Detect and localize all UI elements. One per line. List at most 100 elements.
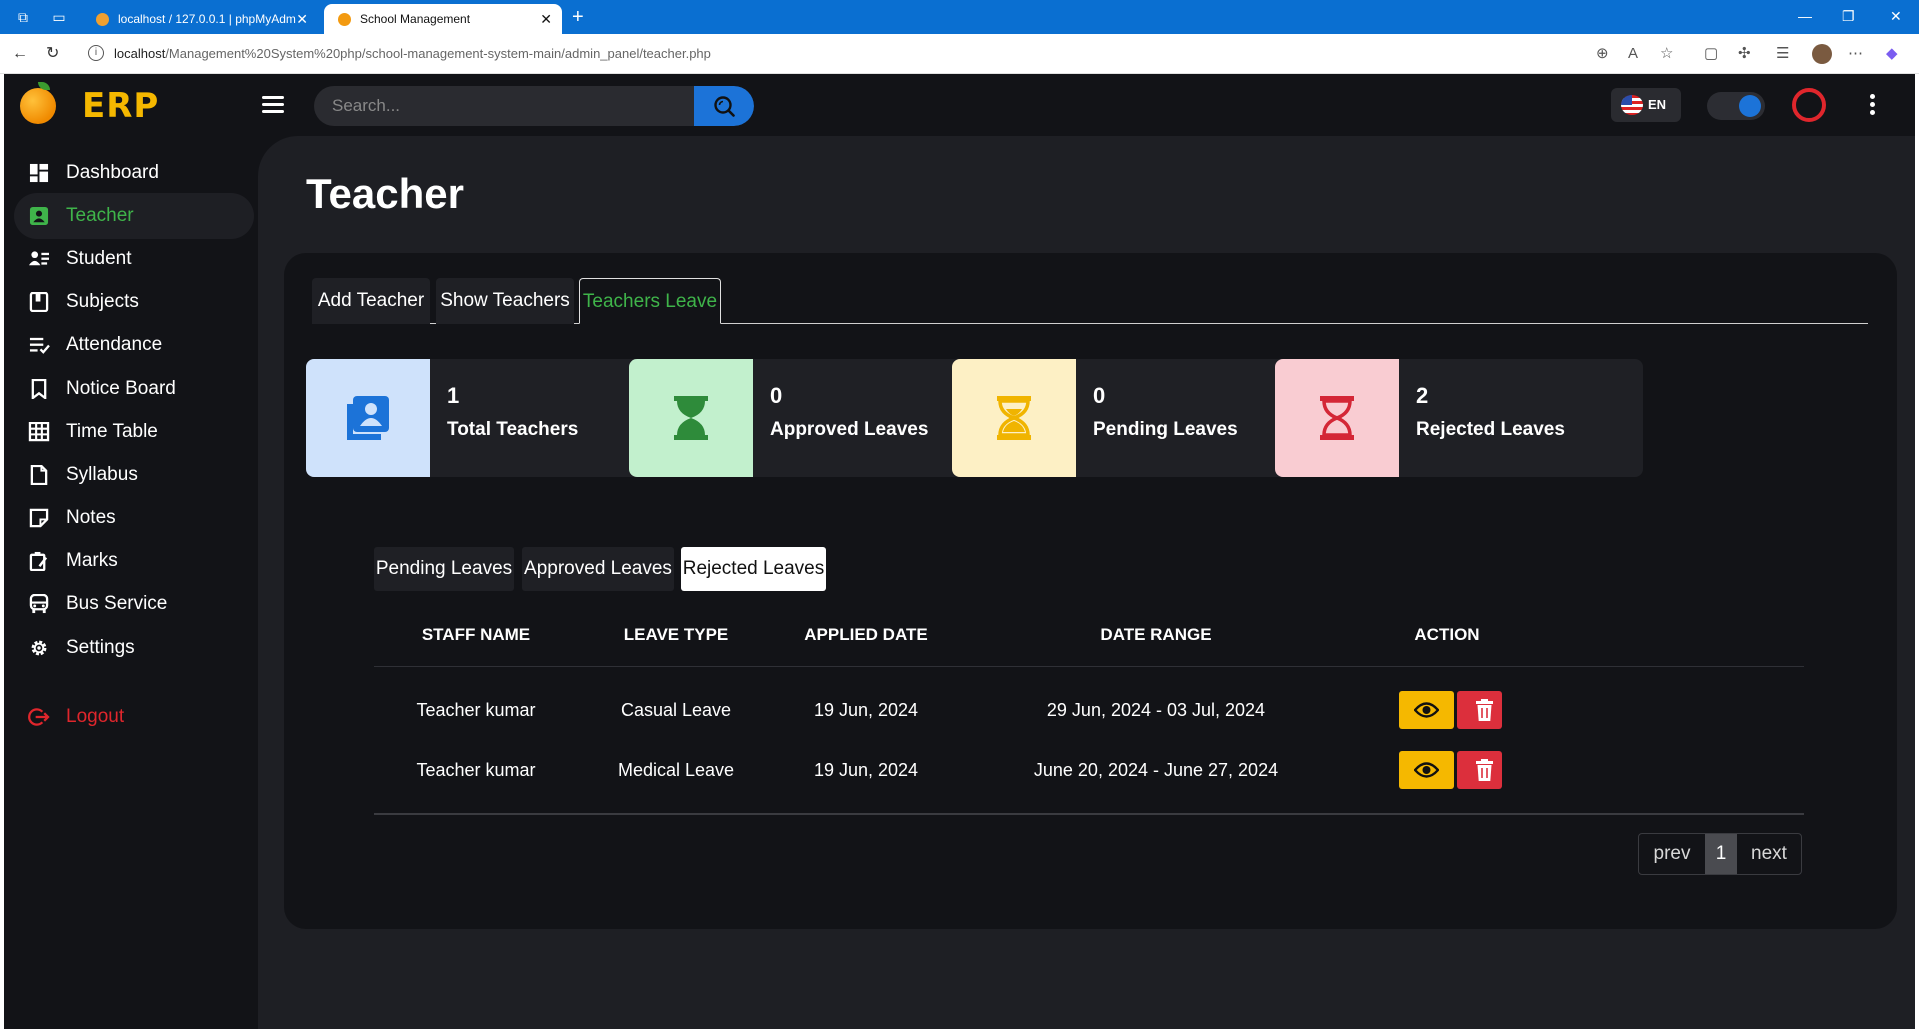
logout-label: Logout [66, 706, 125, 727]
tab-pending-leaves[interactable]: Pending Leaves [374, 547, 514, 591]
tab-show-teachers[interactable]: Show Teachers [436, 278, 574, 324]
dashboard-icon [29, 163, 49, 183]
sidebar-item-settings[interactable]: Settings [14, 625, 254, 671]
contacts-icon [347, 396, 389, 440]
browser-tab-phpmyadmin[interactable]: localhost / 127.0.0.1 | phpMyAdm ✕ [82, 4, 318, 34]
read-aloud-icon[interactable]: A [1628, 44, 1638, 64]
tab-add-teacher[interactable]: Add Teacher [312, 278, 430, 324]
sidebar-item-label: Student [66, 248, 132, 269]
extensions-icon[interactable]: ✣ [1738, 44, 1751, 64]
table-divider [374, 813, 1804, 815]
col-action: ACTION [1414, 625, 1480, 644]
zoom-icon[interactable]: ⊕ [1596, 44, 1609, 64]
sidebar-item-subjects[interactable]: Subjects [14, 279, 254, 325]
power-icon[interactable] [1792, 88, 1826, 122]
notes-icon [29, 508, 49, 528]
gear-icon [31, 640, 47, 656]
table-row: Teacher kumar Medical Leave 19 Jun, 2024 Ju… [374, 733, 1804, 807]
orange-favicon-icon [338, 13, 351, 26]
sidebar-item-label: Syllabus [66, 464, 138, 485]
browser-tab-bar: ⧉ ▭ localhost / 127.0.0.1 | phpMyAdm ✕ S… [0, 0, 1919, 34]
more-options-icon[interactable]: ⋯ [1848, 44, 1863, 64]
prev-page-button[interactable]: prev [1639, 834, 1705, 874]
col-leave-type: LEAVE TYPE [623, 625, 729, 644]
stat-label: Rejected Leaves [1416, 419, 1565, 440]
sidebar-item-marks[interactable]: Marks [14, 538, 254, 584]
stat-label: Total Teachers [447, 419, 579, 440]
eye-icon [1414, 762, 1439, 778]
sidebar-item-time-table[interactable]: Time Table [14, 409, 254, 455]
sidebar-item-dashboard[interactable]: Dashboard [14, 150, 254, 196]
sidebar-item-label: Bus Service [66, 593, 168, 614]
close-tab-icon[interactable]: ✕ [540, 4, 552, 34]
split-screen-icon[interactable]: ▢ [1704, 44, 1718, 64]
search-input[interactable] [314, 86, 696, 126]
sidebar-item-label: Dashboard [66, 162, 159, 183]
tab-actions-icon[interactable]: ▭ [50, 8, 68, 26]
theme-toggle[interactable] [1707, 92, 1765, 120]
minimize-icon[interactable]: — [1798, 6, 1812, 26]
student-icon [29, 251, 49, 266]
language-selector[interactable]: EN [1611, 88, 1681, 122]
page-title: Teacher [306, 170, 464, 217]
sidebar-item-teacher[interactable]: Teacher [14, 193, 254, 239]
sidebar-item-syllabus[interactable]: Syllabus [14, 452, 254, 498]
grid-icon [28, 422, 50, 442]
stat-total-teachers: 1 Total Teachers [306, 359, 674, 477]
page-1-button[interactable]: 1 [1705, 834, 1737, 874]
search-button[interactable] [694, 86, 754, 126]
stat-icon-box [306, 359, 430, 477]
profile-avatar[interactable] [1812, 44, 1832, 64]
more-vertical-icon[interactable] [1870, 94, 1876, 118]
tab-rejected-leaves[interactable]: Rejected Leaves [681, 547, 826, 591]
workspaces-icon[interactable]: ⧉ [14, 8, 32, 26]
browser-tab-school-management[interactable]: School Management ✕ [324, 4, 562, 34]
logout-button[interactable]: Logout [14, 694, 254, 740]
menu-toggle-icon[interactable] [262, 96, 284, 114]
tab-approved-leaves[interactable]: Approved Leaves [522, 547, 674, 591]
sidebar-item-bus-service[interactable]: Bus Service [14, 581, 254, 627]
stat-icon-box [952, 359, 1076, 477]
hourglass-half-icon [997, 396, 1031, 440]
favorites-icon[interactable]: ☰ [1776, 44, 1789, 64]
book-icon [29, 292, 49, 312]
tab-title: School Management [360, 12, 471, 26]
stat-value: 1 [447, 383, 460, 408]
back-icon[interactable]: ← [12, 44, 28, 64]
delete-button[interactable] [1457, 751, 1502, 789]
us-flag-icon [1621, 95, 1643, 115]
new-tab-icon[interactable]: + [572, 4, 584, 30]
sidebar-item-attendance[interactable]: Attendance [14, 322, 254, 368]
teacher-tabs: Add Teacher Show Teachers Teachers Leave [312, 278, 1868, 324]
applied-date-cell: 19 Jun, 2024 [813, 760, 919, 780]
next-page-button[interactable]: next [1737, 834, 1801, 874]
favorite-star-icon[interactable]: ☆ [1660, 44, 1673, 64]
copilot-icon[interactable]: ◆ [1886, 44, 1898, 64]
date-range-cell: June 20, 2024 - June 27, 2024 [1033, 760, 1279, 780]
close-tab-icon[interactable]: ✕ [296, 4, 308, 34]
orange-logo-icon [20, 88, 56, 124]
site-info-icon[interactable]: i [88, 45, 104, 61]
restore-icon[interactable]: ❐ [1842, 6, 1855, 26]
sidebar-item-label: Notice Board [66, 378, 176, 399]
sidebar-item-label: Marks [66, 550, 118, 571]
sidebar-item-label: Teacher [66, 205, 134, 226]
file-icon [30, 465, 48, 485]
sidebar-item-notes[interactable]: Notes [14, 495, 254, 541]
teacher-icon [29, 206, 49, 226]
refresh-icon[interactable]: ↻ [46, 44, 59, 64]
stat-icon-box [629, 359, 753, 477]
delete-button[interactable] [1457, 691, 1502, 729]
stat-label: Approved Leaves [770, 419, 929, 440]
view-button[interactable] [1399, 751, 1454, 789]
close-window-icon[interactable]: ✕ [1890, 6, 1902, 26]
marks-icon [29, 551, 48, 571]
view-button[interactable] [1399, 691, 1454, 729]
sidebar-item-label: Settings [66, 637, 135, 658]
tab-teachers-leave[interactable]: Teachers Leave [579, 278, 721, 324]
url-text[interactable]: localhost/Management%20System%20php/scho… [114, 39, 711, 69]
bookmark-icon [31, 379, 47, 399]
sidebar-item-student[interactable]: Student [14, 236, 254, 282]
url-field[interactable]: i localhost/Management%20System%20php/sc… [80, 39, 1690, 69]
sidebar-item-notice-board[interactable]: Notice Board [14, 366, 254, 412]
